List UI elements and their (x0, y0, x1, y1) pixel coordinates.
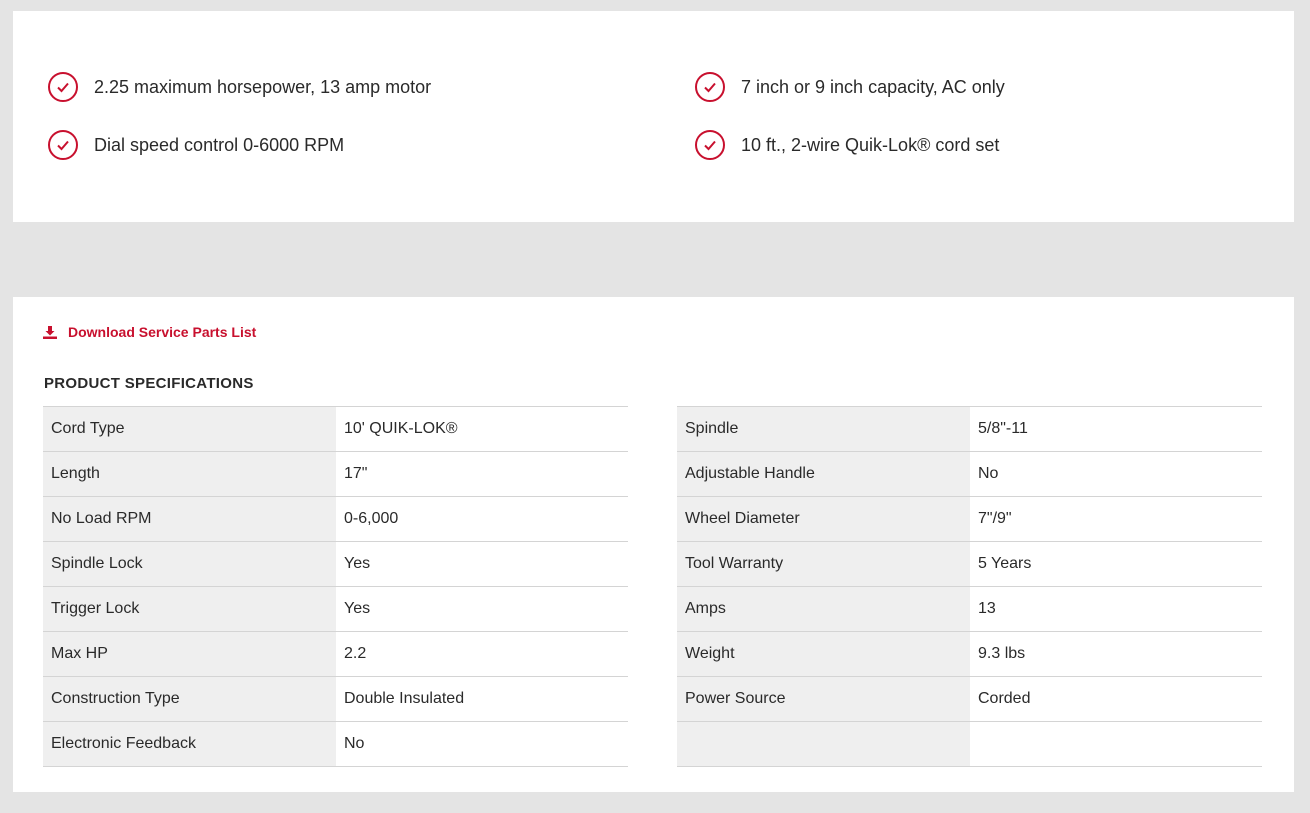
check-circle-icon (695, 130, 725, 160)
spec-value: 17" (336, 452, 628, 496)
spec-key: Amps (677, 587, 970, 631)
spec-row: Spindle 5/8"-11 (677, 407, 1262, 452)
spec-row: No Load RPM 0-6,000 (43, 497, 628, 542)
feature-item: Dial speed control 0-6000 RPM (48, 130, 344, 160)
spec-key: No Load RPM (43, 497, 336, 541)
spec-key: Weight (677, 632, 970, 676)
spec-row: Weight 9.3 lbs (677, 632, 1262, 677)
spec-value: 13 (970, 587, 1262, 631)
spec-table-left: Cord Type 10' QUIK-LOK® Length 17" No Load R… (43, 406, 628, 767)
spec-key: Max HP (43, 632, 336, 676)
spec-row: Electronic Feedback No (43, 722, 628, 767)
spec-value: Double Insulated (336, 677, 628, 721)
spec-value (970, 722, 1262, 766)
features-panel: 2.25 maximum horsepower, 13 amp motor 7 … (13, 11, 1294, 222)
spec-value: No (970, 452, 1262, 496)
spec-row (677, 722, 1262, 767)
spec-key: Wheel Diameter (677, 497, 970, 541)
spec-value: 9.3 lbs (970, 632, 1262, 676)
feature-item: 7 inch or 9 inch capacity, AC only (695, 72, 1005, 102)
spec-key: Spindle (677, 407, 970, 451)
spec-row: Tool Warranty 5 Years (677, 542, 1262, 587)
spec-key: Spindle Lock (43, 542, 336, 586)
spec-key: Construction Type (43, 677, 336, 721)
spec-value: No (336, 722, 628, 766)
specs-panel: Download Service Parts List PRODUCT SPEC… (13, 297, 1294, 792)
spec-value: 10' QUIK-LOK® (336, 407, 628, 451)
spec-row: Trigger Lock Yes (43, 587, 628, 632)
feature-item: 2.25 maximum horsepower, 13 amp motor (48, 72, 431, 102)
spec-key: Electronic Feedback (43, 722, 336, 766)
spec-value: 5/8"-11 (970, 407, 1262, 451)
spec-table-right: Spindle 5/8"-11 Adjustable Handle No Wheel D… (677, 406, 1262, 767)
spec-key: Length (43, 452, 336, 496)
spec-row: Amps 13 (677, 587, 1262, 632)
spec-value: Yes (336, 542, 628, 586)
spec-value: Corded (970, 677, 1262, 721)
spec-row: Power Source Corded (677, 677, 1262, 722)
spec-key: Trigger Lock (43, 587, 336, 631)
feature-text: 7 inch or 9 inch capacity, AC only (741, 76, 1005, 97)
spec-value: 7"/9" (970, 497, 1262, 541)
download-icon (43, 326, 57, 339)
spec-row: Spindle Lock Yes (43, 542, 628, 587)
spec-row: Wheel Diameter 7"/9" (677, 497, 1262, 542)
spec-key: Cord Type (43, 407, 336, 451)
download-label: Download Service Parts List (68, 324, 257, 340)
spec-row: Max HP 2.2 (43, 632, 628, 677)
spec-row: Cord Type 10' QUIK-LOK® (43, 407, 628, 452)
spec-row: Adjustable Handle No (677, 452, 1262, 497)
feature-text: Dial speed control 0-6000 RPM (94, 134, 345, 155)
download-service-parts-link[interactable]: Download Service Parts List (43, 324, 256, 340)
check-circle-icon (695, 72, 725, 102)
specs-heading: PRODUCT SPECIFICATIONS (44, 375, 254, 392)
check-circle-icon (48, 130, 78, 160)
spec-value: 5 Years (970, 542, 1262, 586)
spec-row: Length 17" (43, 452, 628, 497)
spec-value: Yes (336, 587, 628, 631)
check-circle-icon (48, 72, 78, 102)
feature-text: 10 ft., 2-wire Quik-Lok® cord set (741, 134, 1000, 155)
feature-item: 10 ft., 2-wire Quik-Lok® cord set (695, 130, 999, 160)
spec-key: Tool Warranty (677, 542, 970, 586)
spec-value: 2.2 (336, 632, 628, 676)
spec-key: Power Source (677, 677, 970, 721)
spec-key: Adjustable Handle (677, 452, 970, 496)
feature-text: 2.25 maximum horsepower, 13 amp motor (94, 76, 432, 97)
spec-key (677, 722, 970, 766)
spec-value: 0-6,000 (336, 497, 628, 541)
spec-row: Construction Type Double Insulated (43, 677, 628, 722)
